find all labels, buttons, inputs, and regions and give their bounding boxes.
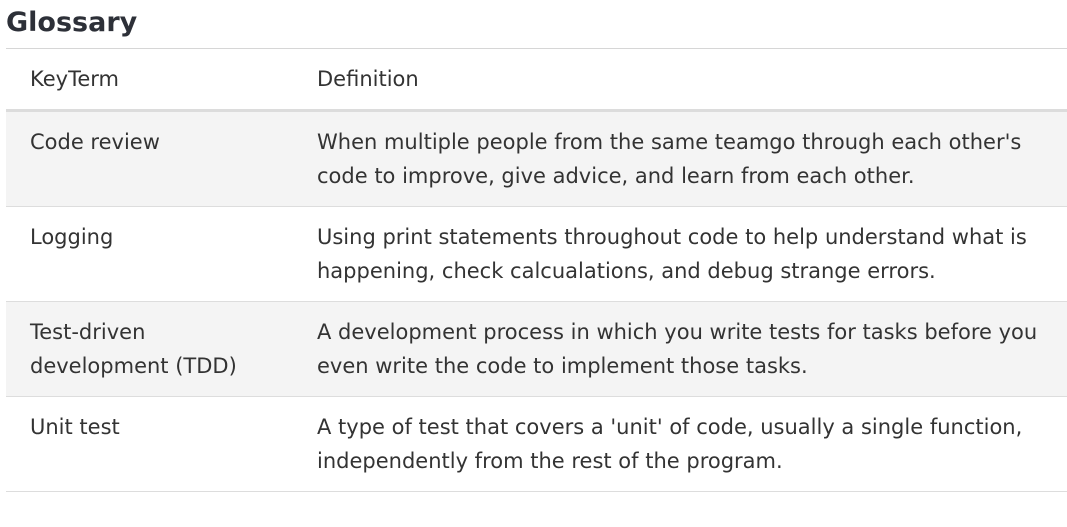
term-cell: Unit test xyxy=(6,396,293,492)
table-header: KeyTerm Definition xyxy=(6,49,1067,112)
table-body: Code review When multiple people from th… xyxy=(6,110,1067,492)
table-row: Unit test A type of test that covers a '… xyxy=(6,396,1067,492)
definition-cell: A type of test that covers a 'unit' of c… xyxy=(293,396,1067,492)
term-cell: Logging xyxy=(6,206,293,302)
glossary-table: KeyTerm Definition Code review When mult… xyxy=(6,49,1067,492)
term-cell: Test-driven development (TDD) xyxy=(6,301,293,397)
column-header-keyterm: KeyTerm xyxy=(6,49,293,112)
column-header-definition: Definition xyxy=(293,49,1067,112)
table-row: Test-driven development (TDD) A developm… xyxy=(6,301,1067,397)
term-cell: Code review xyxy=(6,110,293,207)
table-row: Logging Using print statements throughou… xyxy=(6,206,1067,302)
definition-cell: Using print statements throughout code t… xyxy=(293,206,1067,302)
definition-cell: When multiple people from the same teamg… xyxy=(293,110,1067,207)
definition-cell: A development process in which you write… xyxy=(293,301,1067,397)
table-row: Code review When multiple people from th… xyxy=(6,110,1067,207)
glossary-heading: Glossary xyxy=(6,7,138,38)
header-row: KeyTerm Definition xyxy=(6,49,1067,112)
